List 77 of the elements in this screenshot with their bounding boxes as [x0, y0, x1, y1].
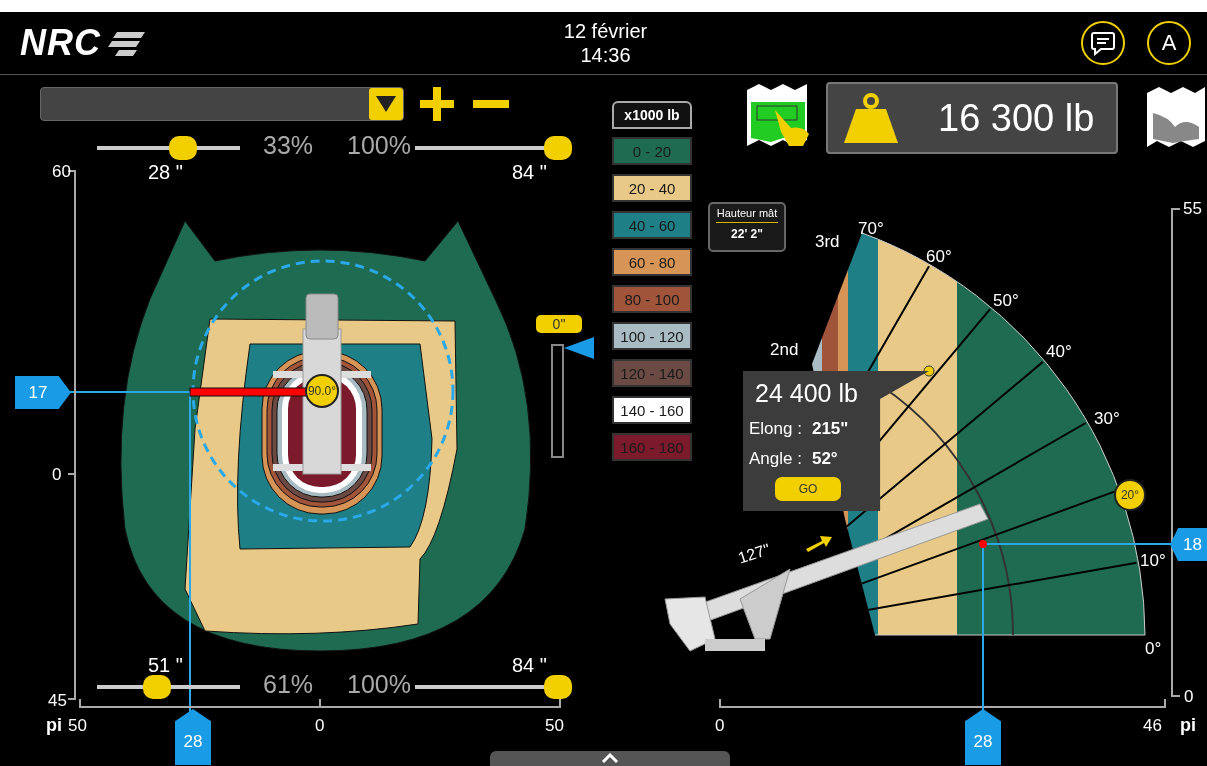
mast-height-label: Hauteur mât [716, 207, 778, 223]
legend-range: 20 - 40 [612, 174, 692, 202]
unit-label: pi [1180, 715, 1196, 736]
position-marker[interactable]: 18 [1170, 528, 1207, 561]
slider-thumb[interactable] [544, 136, 572, 160]
percent-text: 33% [263, 131, 314, 160]
legend-range: 80 - 100 [612, 285, 692, 313]
axis-tick-label: 60 [52, 162, 71, 182]
date-text: 12 février [563, 19, 648, 43]
legend-range: 0 - 20 [612, 137, 692, 165]
position-marker[interactable]: 28 [175, 709, 211, 765]
slider-reading: 84 " [512, 161, 547, 184]
avatar-button[interactable]: A [1147, 21, 1191, 65]
legend-range: 140 - 160 [612, 396, 692, 424]
load-value: 16 300 lb [938, 96, 1095, 140]
map-hand-icon[interactable] [745, 84, 811, 148]
chat-button[interactable] [1081, 21, 1125, 65]
tooltip-value: 215" [811, 419, 849, 439]
angle-label: 40° [1046, 342, 1072, 362]
boom-tip-dot [979, 540, 987, 548]
legend-range: 40 - 60 [612, 211, 692, 239]
map-icon[interactable] [1145, 87, 1205, 147]
time-text: 14:36 [580, 43, 631, 67]
angle-label: 60° [926, 247, 952, 267]
dropdown[interactable] [40, 87, 404, 121]
position-marker[interactable]: 17 [15, 376, 71, 409]
logo: NRC [20, 22, 101, 64]
arrow-icon [806, 536, 832, 552]
legend-title: x1000 lb [612, 101, 692, 129]
angle-label: 30° [1094, 409, 1120, 429]
legend-range: 60 - 80 [612, 248, 692, 276]
slider-thumb[interactable] [143, 675, 171, 699]
caret-up-icon [601, 753, 619, 763]
slider-thumb[interactable] [169, 136, 198, 160]
slider-reading: 84 " [512, 654, 547, 677]
tooltip-label: Elong : [749, 419, 802, 439]
percent-text: 100% [347, 670, 411, 699]
percent-text: 61% [263, 670, 314, 699]
axis-tick-label: 46 [1143, 716, 1162, 736]
section-label: 3rd [815, 232, 840, 252]
axis-tick-label: 0 [315, 716, 325, 736]
axis-tick-label: 0 [1184, 687, 1194, 707]
tooltip-label: Angle : [749, 449, 802, 469]
axis-tick-label: 0 [52, 465, 62, 485]
weight-icon [844, 93, 898, 143]
percent-text: 100% [347, 131, 411, 160]
slider-reading: 28 " [148, 161, 183, 184]
height-reading: 0" [536, 315, 582, 333]
pointer-icon [564, 337, 594, 359]
mast-height-value: 22' 2" [731, 227, 763, 241]
section-label: 2nd [770, 340, 799, 360]
angle-label: 70° [858, 219, 884, 239]
axis-tick-label: 50 [545, 716, 564, 736]
angle-badge: 20° [1114, 479, 1146, 511]
axis-tick-label: 50 [68, 716, 87, 736]
caret-icon [375, 95, 397, 113]
axis-tick-label: 0 [715, 716, 725, 736]
tooltip-load: 24 400 lb [755, 379, 858, 408]
position-marker[interactable]: 28 [965, 709, 1001, 765]
unit-label: pi [46, 715, 62, 736]
plus-icon[interactable] [420, 87, 454, 121]
go-button[interactable]: GO [775, 477, 841, 501]
slider-reading: 51 " [148, 654, 183, 677]
slider-thumb[interactable] [544, 675, 572, 699]
angle-label: 50° [993, 291, 1019, 311]
legend-range: 160 - 180 [612, 433, 692, 461]
chat-icon [1090, 30, 1116, 56]
axis-tick-label: 55 [1183, 199, 1202, 219]
angle-label: 10° [1140, 551, 1166, 571]
angle-label: 0° [1145, 639, 1162, 659]
extension-label: 127" [736, 540, 773, 568]
axis-tick-label: 45 [48, 691, 67, 711]
legend-range: 100 - 120 [612, 322, 692, 350]
drawer-handle[interactable] [490, 751, 730, 766]
tooltip-value: 52° [811, 449, 838, 469]
stripes-icon [107, 30, 145, 56]
legend-range: 120 - 140 [612, 359, 692, 387]
